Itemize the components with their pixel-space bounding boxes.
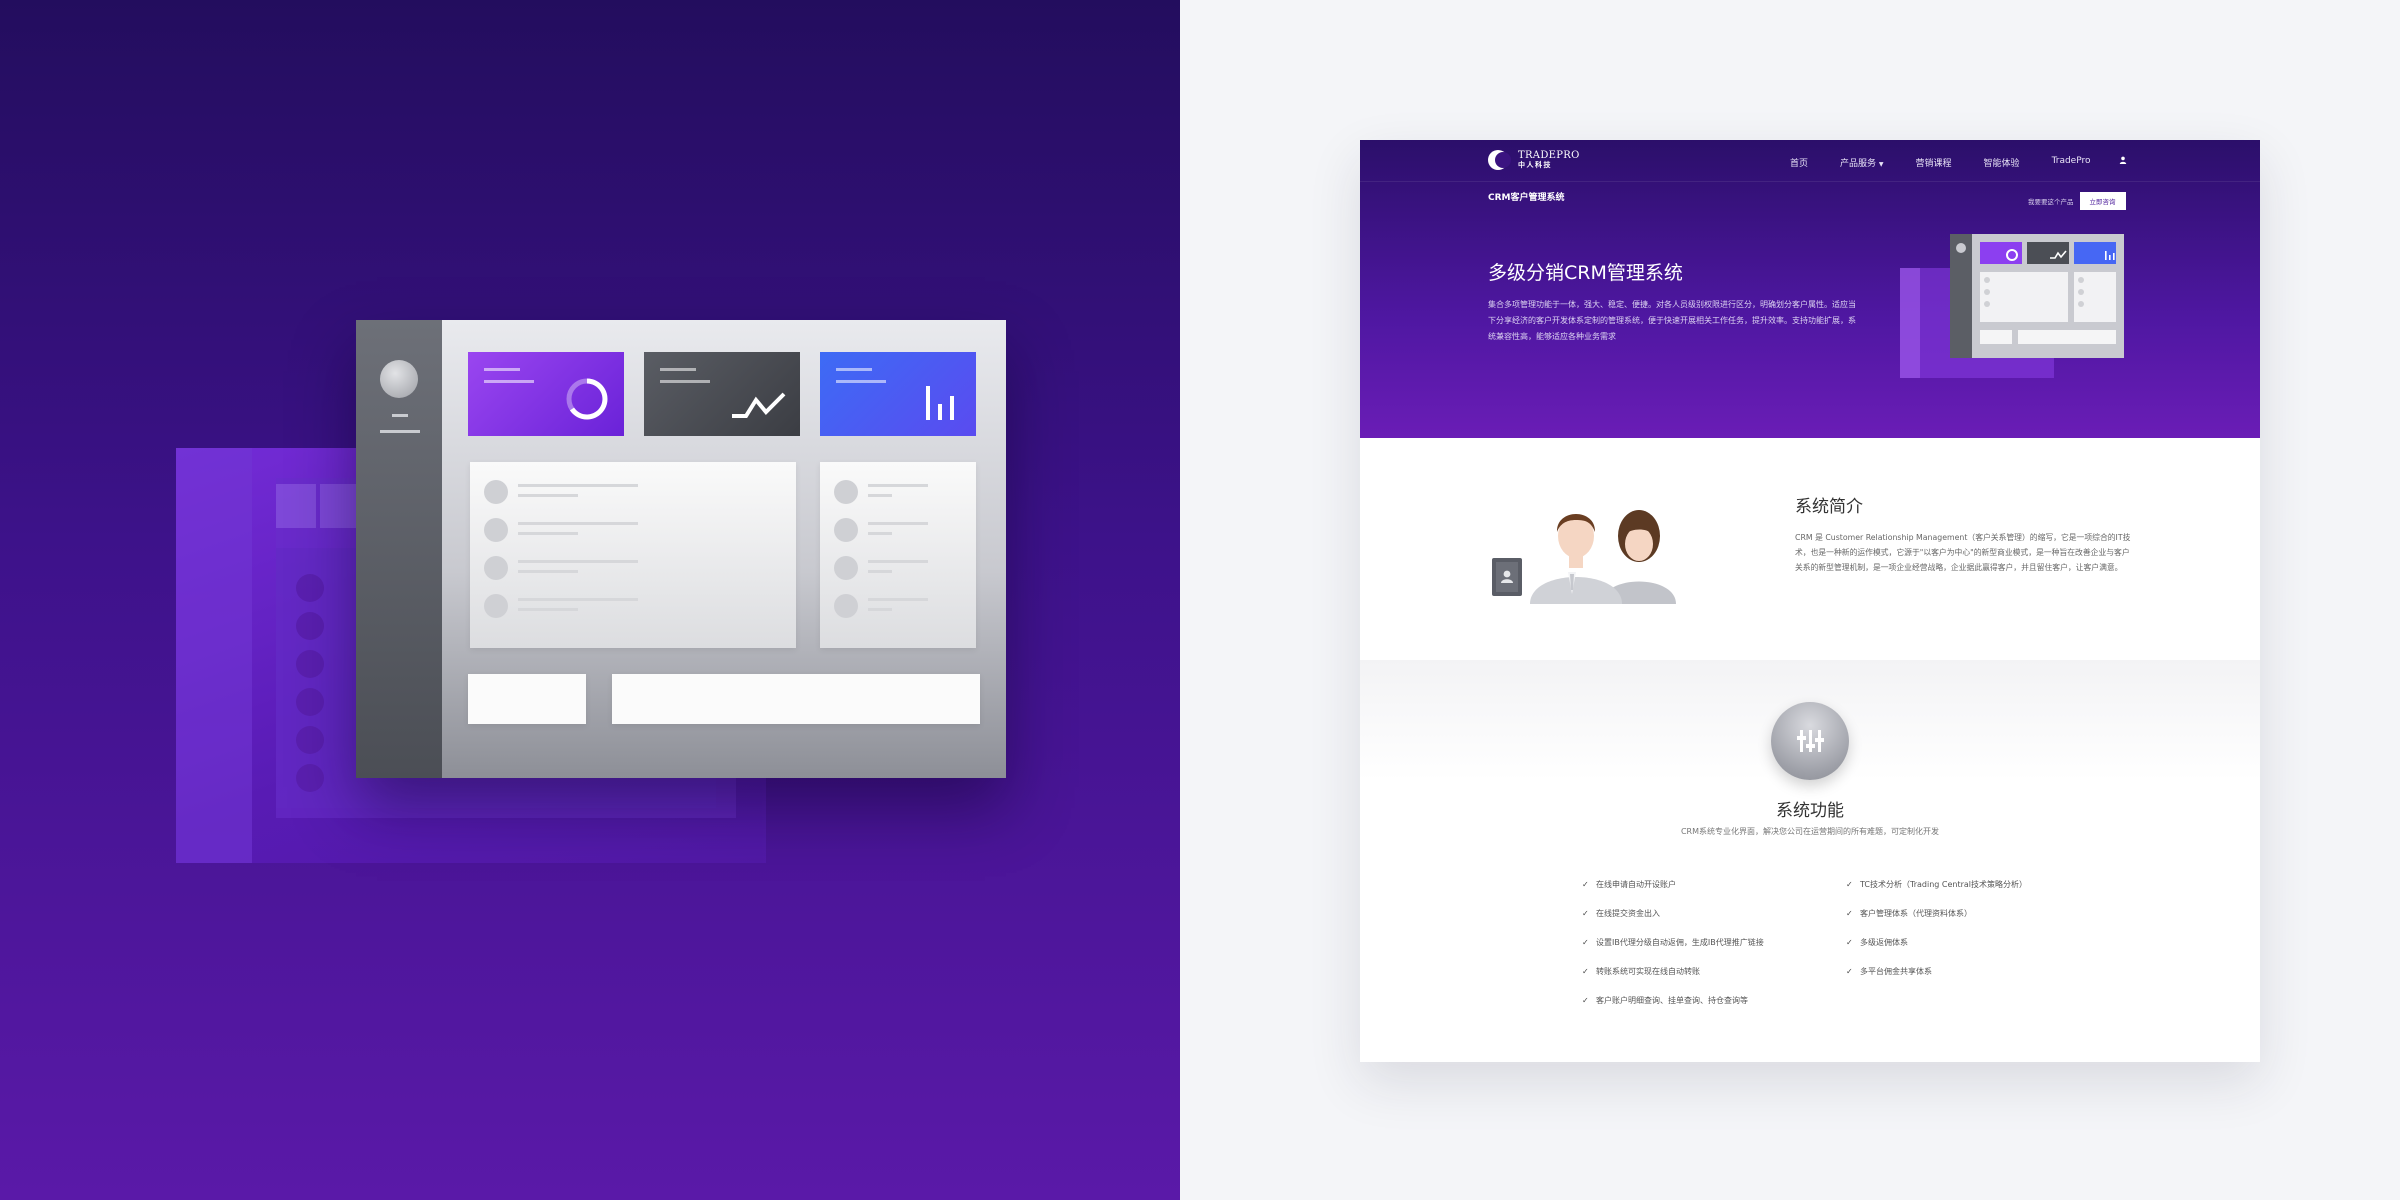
check-icon: ✓ xyxy=(1846,880,1853,889)
check-icon: ✓ xyxy=(1582,967,1589,976)
donut-chart-icon xyxy=(566,378,608,420)
dashboard-sidebar xyxy=(356,320,442,778)
user-icon[interactable] xyxy=(2119,156,2127,167)
feature-item: ✓ 多级返佣体系 xyxy=(1846,938,1908,947)
intro-section: 系统简介 CRM 是 Customer Relationship Managem… xyxy=(1360,438,2260,660)
line-chart-icon xyxy=(732,392,786,418)
list-panel-illustration xyxy=(470,462,796,648)
stat-card-purple xyxy=(468,352,624,436)
features-list-left: ✓ 在线申请自动开设账户 ✓ 在线提交资金出入 ✓ 设置IB代理分级自动返佣，生成IB… xyxy=(1582,870,1764,1015)
back-window-tab xyxy=(320,484,360,528)
customer-people-icon xyxy=(1492,510,1676,604)
hero-title: 多级分销CRM管理系统 xyxy=(1488,262,1683,284)
features-list-right: ✓ TC技术分析（Trading Central技术策略分析） ✓ 客户管理体系（代… xyxy=(1846,870,2027,986)
nav-link-courses[interactable]: 营销课程 xyxy=(1916,156,1952,169)
product-title: CRM客户管理系统 xyxy=(1488,193,1565,203)
top-nav: TRADEPRO 中人科技 首页 产品服务 ▼ 营销课程 智能体验 TradeP… xyxy=(1360,140,2260,182)
back-window-dot xyxy=(296,574,324,602)
check-icon: ✓ xyxy=(1846,967,1853,976)
illustration-panel xyxy=(0,0,1180,1200)
back-window-dot xyxy=(296,650,324,678)
stat-card-dark xyxy=(644,352,800,436)
sliders-icon xyxy=(1771,702,1849,780)
hero-description: 集合多项管理功能于一体，强大、稳定、便捷。对各人员级别权限进行区分，明确划分客户… xyxy=(1488,300,1856,341)
dashboard-window-illustration xyxy=(356,320,1006,778)
subnav-actions: 我要要这个产品 立即咨询 xyxy=(2028,192,2126,210)
feature-item: ✓ 多平台佣金共享体系 xyxy=(1846,967,1932,976)
feature-item: ✓ 客户账户明细查询、挂单查询、持仓查询等 xyxy=(1582,996,1748,1005)
check-icon: ✓ xyxy=(1582,996,1589,1005)
want-product-link[interactable]: 我要要这个产品 xyxy=(2028,196,2074,206)
nav-links: 首页 产品服务 ▼ 营销课程 智能体验 TradePro xyxy=(1790,156,2122,169)
logo-text-en: TRADEPRO xyxy=(1518,150,1580,161)
back-window-dot xyxy=(296,612,324,640)
footer-block-illustration xyxy=(468,674,586,724)
back-window-dot xyxy=(296,764,324,792)
feature-item: ✓ 设置IB代理分级自动返佣，生成IB代理推广链接 xyxy=(1582,938,1764,947)
sidebar-line xyxy=(380,430,420,433)
nav-link-home[interactable]: 首页 xyxy=(1790,156,1808,169)
footer-block-wide-illustration xyxy=(612,674,980,724)
feature-item: ✓ 在线提交资金出入 xyxy=(1582,909,1660,918)
bar-chart-icon xyxy=(926,386,954,420)
feature-item: ✓ 在线申请自动开设账户 xyxy=(1582,880,1676,889)
check-icon: ✓ xyxy=(1582,909,1589,918)
nav-link-experience[interactable]: 智能体验 xyxy=(1984,156,2020,169)
hero-dashboard-illustration xyxy=(1900,234,2124,378)
back-window-tab xyxy=(276,484,316,528)
stat-card-blue xyxy=(820,352,976,436)
intro-title: 系统简介 xyxy=(1795,497,1863,517)
avatar xyxy=(380,360,418,398)
sidebar-line xyxy=(392,414,408,417)
check-icon: ✓ xyxy=(1846,938,1853,947)
nav-link-tradepro[interactable]: TradePro xyxy=(2052,156,2091,169)
back-window-dot xyxy=(296,688,324,716)
logo-mark-icon xyxy=(1488,150,1514,170)
feature-item: ✓ 转账系统可实现在线自动转账 xyxy=(1582,967,1700,976)
intro-text: CRM 是 Customer Relationship Management（客… xyxy=(1795,533,2131,572)
features-subtitle: CRM系统专业化界面，解决您公司在运营期间的所有难题，可定制化开发 xyxy=(1680,827,1940,836)
check-icon: ✓ xyxy=(1582,880,1589,889)
back-window-dot xyxy=(296,726,324,754)
check-icon: ✓ xyxy=(1582,938,1589,947)
chevron-down-icon: ▼ xyxy=(1878,161,1884,168)
back-window-sidebar xyxy=(176,448,252,863)
check-icon: ✓ xyxy=(1846,909,1853,918)
features-section: 系统功能 CRM系统专业化界面，解决您公司在运营期间的所有难题，可定制化开发 ✓… xyxy=(1360,660,2260,1062)
feature-item: ✓ TC技术分析（Trading Central技术策略分析） xyxy=(1846,880,2028,889)
logo-text-cn: 中人科技 xyxy=(1518,161,1552,169)
hero-section: TRADEPRO 中人科技 首页 产品服务 ▼ 营销课程 智能体验 TradeP… xyxy=(1360,140,2260,438)
feature-item: ✓ 客户管理体系（代理资料体系） xyxy=(1846,909,1972,918)
features-title: 系统功能 xyxy=(1776,801,1844,821)
consult-button[interactable]: 立即咨询 xyxy=(2079,192,2126,210)
nav-link-products[interactable]: 产品服务 ▼ xyxy=(1840,156,1884,169)
list-panel-small-illustration xyxy=(820,462,976,648)
logo[interactable]: TRADEPRO 中人科技 xyxy=(1488,150,1580,170)
webpage-mockup: TRADEPRO 中人科技 首页 产品服务 ▼ 营销课程 智能体验 TradeP… xyxy=(1360,140,2260,1062)
